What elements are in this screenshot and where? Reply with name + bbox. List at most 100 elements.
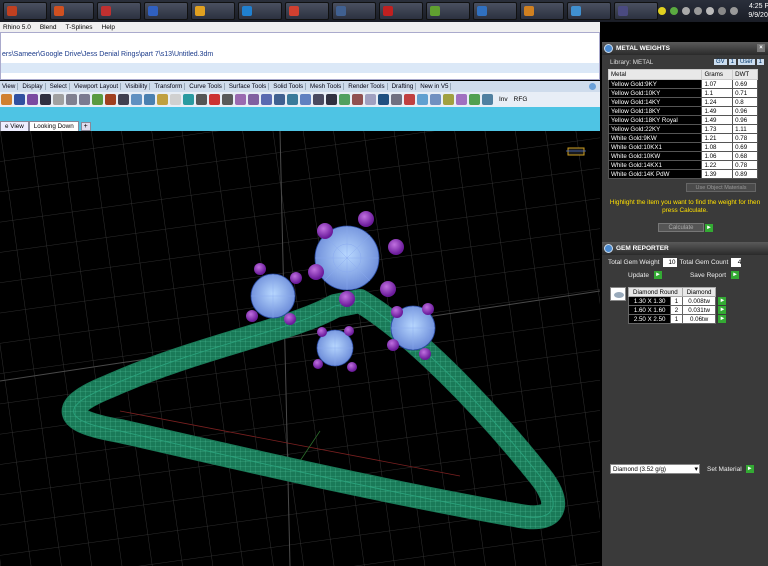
table-row[interactable]: White Gold:14KX1 1.22 0.78 [607, 160, 758, 170]
close-icon[interactable]: × [757, 44, 765, 52]
column-dwt[interactable]: DWT [732, 69, 758, 80]
tab-solid-tools[interactable]: Solid Tools [271, 83, 307, 90]
menu-blend[interactable]: Blend [40, 24, 57, 31]
toolbar-tool-icon[interactable] [417, 94, 428, 105]
column-grams[interactable]: Grams [701, 69, 734, 80]
taskbar-item[interactable] [191, 2, 235, 20]
toolbar-tool-icon[interactable] [391, 94, 402, 105]
taskbar-item[interactable] [473, 2, 517, 20]
toolbar-tool-icon[interactable] [300, 94, 311, 105]
toolbar-tool-icon[interactable] [53, 94, 64, 105]
tab-select[interactable]: Select [48, 83, 70, 90]
table-row[interactable]: 1.60 X 1.60 2 0.031tw ► [627, 305, 727, 315]
gv-button[interactable]: GV [713, 59, 727, 65]
save-report-button[interactable]: Save Report [690, 272, 726, 279]
tab-visibility[interactable]: Visibility [123, 83, 151, 90]
toolbar-tool-icon[interactable] [326, 94, 337, 105]
toolbar-tool-icon[interactable] [131, 94, 142, 105]
toolbar-tool-icon[interactable] [196, 94, 207, 105]
toolbar-tool-icon[interactable] [456, 94, 467, 105]
taskbar-item[interactable] [379, 2, 423, 20]
calculate-go-icon[interactable]: ► [705, 223, 713, 232]
tray-icon[interactable] [694, 7, 702, 15]
tab-view[interactable]: View [0, 83, 19, 90]
table-row[interactable]: White Gold:10KX1 1.08 0.69 [607, 142, 758, 152]
toolbar-tool-icon[interactable] [92, 94, 103, 105]
toolbar-tool-icon[interactable] [1, 94, 12, 105]
toolbar-tool-icon[interactable] [79, 94, 90, 105]
taskbar-item[interactable] [520, 2, 564, 20]
table-row[interactable]: White Gold:9KW 1.21 0.78 [607, 133, 758, 143]
toolbar-tool-icon[interactable] [352, 94, 363, 105]
taskbar-item[interactable] [238, 2, 282, 20]
viewport-canvas[interactable] [0, 131, 600, 566]
taskbar-item[interactable] [614, 2, 658, 20]
material-select[interactable]: Diamond (3.52 g/g) [610, 464, 700, 474]
toolbar-tool-icon[interactable] [313, 94, 324, 105]
toolbar-tool-icon[interactable] [40, 94, 51, 105]
menu-help[interactable]: Help [102, 24, 115, 31]
settings-gear-icon[interactable] [589, 83, 596, 90]
tab-transform[interactable]: Transform [152, 83, 186, 90]
taskbar-item[interactable] [567, 2, 611, 20]
inv-button[interactable]: Inv [499, 96, 508, 103]
command-prompt[interactable] [1, 63, 599, 73]
tab-mesh-tools[interactable]: Mesh Tools [308, 83, 345, 90]
column-metal[interactable]: Metal [607, 69, 703, 80]
taskbar-item[interactable] [97, 2, 141, 20]
taskbar-item[interactable] [144, 2, 188, 20]
taskbar-item[interactable] [50, 2, 94, 20]
table-row[interactable]: Yellow Gold:18KY 1.49 0.96 [607, 106, 758, 116]
tray-icon[interactable] [718, 7, 726, 15]
toolbar-tool-icon[interactable] [157, 94, 168, 105]
menu-rhino[interactable]: Rhino 5.0 [3, 24, 31, 31]
table-row[interactable]: Yellow Gold:10KY 1.1 0.71 [607, 88, 758, 98]
tray-icon[interactable] [730, 7, 738, 15]
tab-new-in-v5[interactable]: New in V5 [418, 83, 452, 90]
toolbar-tool-icon[interactable] [222, 94, 233, 105]
table-row[interactable]: Yellow Gold:22KY 1.73 1.11 [607, 124, 758, 134]
toolbar-tool-icon[interactable] [105, 94, 116, 105]
toolbar-tool-icon[interactable] [118, 94, 129, 105]
tab-drafting[interactable]: Drafting [390, 83, 417, 90]
taskbar-item[interactable] [426, 2, 470, 20]
table-row[interactable]: Yellow Gold:14KY 1.24 0.8 [607, 97, 758, 107]
rfg-button[interactable]: RFG [514, 96, 528, 103]
tab-surface-tools[interactable]: Surface Tools [227, 83, 270, 90]
3d-viewport[interactable] [0, 131, 600, 566]
toolbar-tool-icon[interactable] [274, 94, 285, 105]
save-report-go-icon[interactable]: ► [731, 271, 740, 279]
toolbar-tool-icon[interactable] [365, 94, 376, 105]
tray-icon[interactable] [682, 7, 690, 15]
toolbar-tool-icon[interactable] [378, 94, 389, 105]
toolbar-tool-icon[interactable] [14, 94, 25, 105]
gem-row-go-icon[interactable]: ► [718, 297, 727, 305]
taskbar-item[interactable] [332, 2, 376, 20]
table-row[interactable]: 2.50 X 2.50 1 0.06tw ► [627, 314, 727, 324]
gem-row-go-icon[interactable]: ► [718, 315, 727, 323]
tab-display[interactable]: Display [20, 83, 46, 90]
toolbar-tool-icon[interactable] [261, 94, 272, 105]
set-material-button[interactable]: Set Material [707, 466, 742, 473]
tab-render-tools[interactable]: Render Tools [346, 83, 388, 90]
tray-icon[interactable] [670, 7, 678, 15]
calculate-button[interactable]: Calculate [658, 223, 704, 232]
taskbar-item[interactable] [3, 2, 47, 20]
camera-icon[interactable] [566, 147, 586, 156]
table-row[interactable]: 1.30 X 1.30 1 0.008tw ► [627, 296, 727, 306]
toolbar-tool-icon[interactable] [27, 94, 38, 105]
taskbar-item[interactable] [285, 2, 329, 20]
toolbar-tool-icon[interactable] [66, 94, 77, 105]
toolbar-tool-icon[interactable] [339, 94, 350, 105]
update-go-icon[interactable]: ► [653, 271, 662, 279]
toolbar-tool-icon[interactable] [482, 94, 493, 105]
toolbar-tool-icon[interactable] [430, 94, 441, 105]
toolbar-tool-icon[interactable] [144, 94, 155, 105]
clock[interactable]: 4:25 PM 9/9/2018 [742, 2, 768, 20]
user-button[interactable]: User [737, 59, 755, 65]
gem-row-go-icon[interactable]: ► [718, 306, 727, 314]
toolbar-tool-icon[interactable] [469, 94, 480, 105]
table-row[interactable]: White Gold:10KW 1.06 0.68 [607, 151, 758, 161]
table-row[interactable]: Yellow Gold:9KY 1.07 0.69 [607, 79, 758, 89]
use-object-materials-button[interactable]: Use Object Materials [686, 183, 756, 192]
